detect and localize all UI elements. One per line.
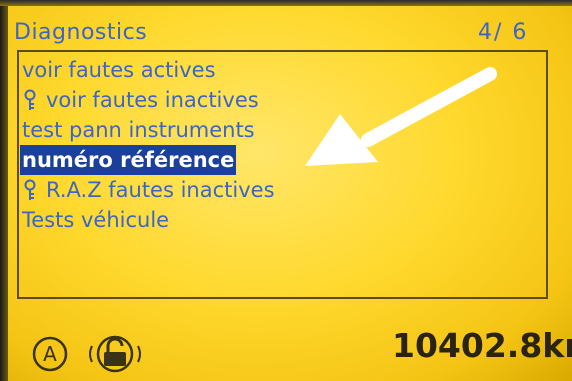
menu-item-label: test pann instruments	[22, 118, 255, 142]
odometer-reading: 10402.8km	[392, 326, 572, 365]
diagnostics-menu: voir fautes actives voir fautes inactive…	[20, 55, 540, 235]
menu-item-tests-vehicule[interactable]: Tests véhicule	[20, 205, 540, 235]
menu-item-voir-fautes-actives[interactable]: voir fautes actives	[20, 55, 540, 85]
display-bezel-top	[0, 0, 572, 6]
menu-item-numero-reference[interactable]: numéro référence	[20, 145, 540, 175]
page-indicator: 4/ 6	[478, 20, 529, 45]
menu-item-label: Tests véhicule	[22, 208, 170, 232]
key-icon	[24, 89, 36, 110]
menu-item-voir-fautes-inactives[interactable]: voir fautes inactives	[20, 85, 540, 115]
diagnostics-display: Diagnostics 4/ 6 voir fautes actives voi…	[0, 0, 572, 381]
screen-title: Diagnostics	[14, 20, 148, 45]
menu-item-test-pann-instruments[interactable]: test pann instruments	[20, 115, 540, 145]
menu-item-label: R.A.Z fautes inactives	[46, 178, 275, 202]
menu-item-label: voir fautes actives	[22, 58, 216, 82]
menu-item-label-selected: numéro référence	[20, 145, 237, 175]
svg-text:A: A	[43, 342, 57, 366]
menu-item-label: voir fautes inactives	[46, 88, 259, 112]
auto-mode-icon: A	[32, 336, 68, 372]
menu-item-raz-fautes-inactives[interactable]: R.A.Z fautes inactives	[20, 175, 540, 205]
key-icon	[24, 179, 36, 200]
unlocked-padlock-icon	[89, 335, 141, 373]
